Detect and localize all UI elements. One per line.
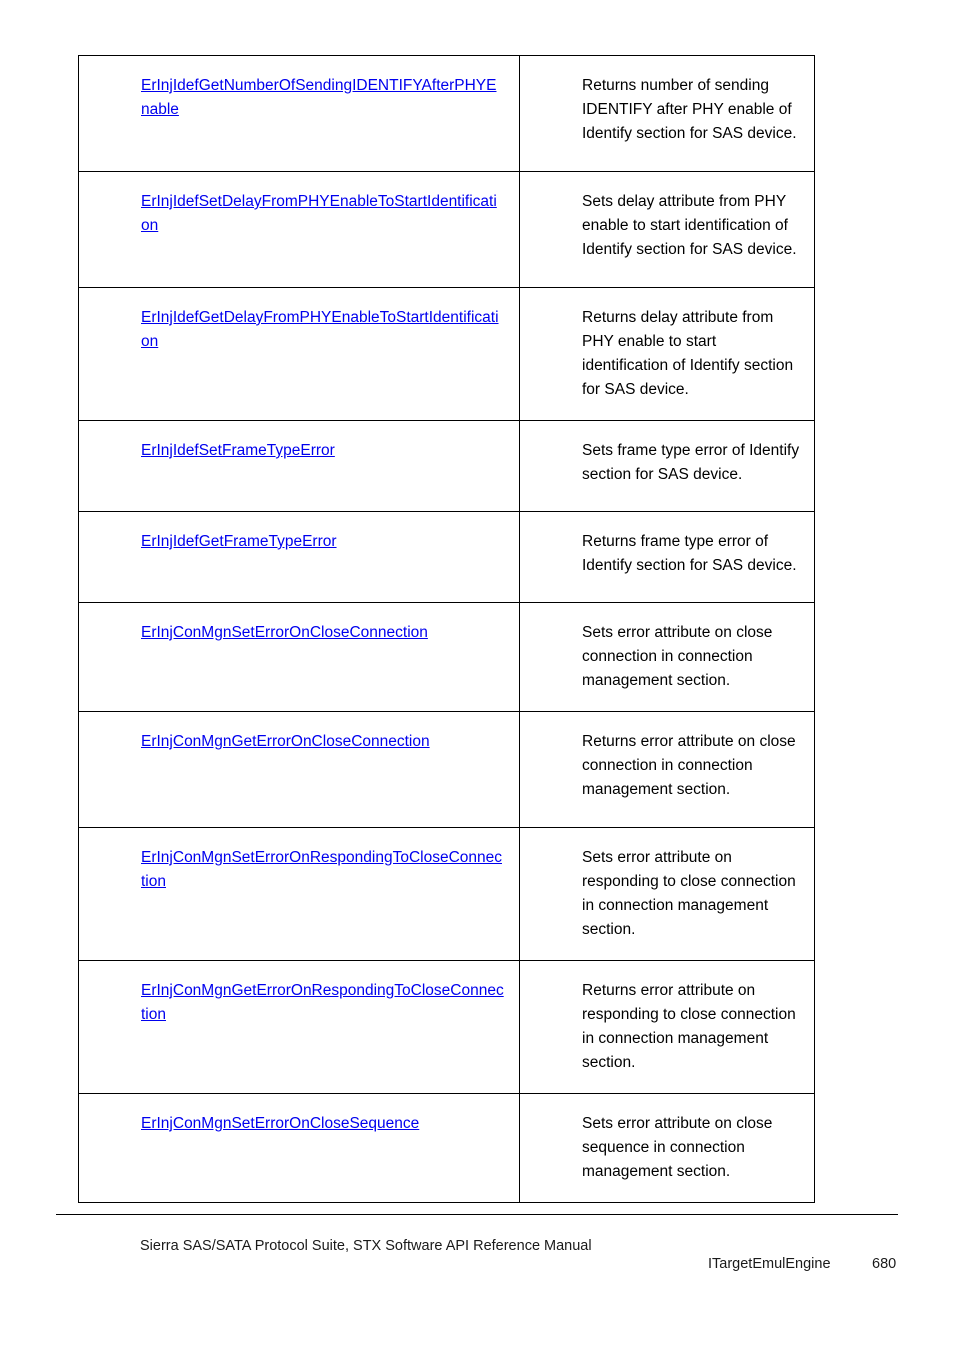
- method-description-cell-inner: Sets frame type error of Identify sectio…: [520, 421, 814, 511]
- table-row: ErInjIdefGetDelayFromPHYEnableToStartIde…: [78, 287, 815, 421]
- method-description-cell-inner: Returns frame type error of Identify sec…: [520, 512, 814, 602]
- table-row: ErInjConMgnSetErrorOnCloseSequence Sets …: [78, 1093, 815, 1203]
- footer-divider: [56, 1214, 898, 1215]
- table-cell-method-description: Sets error attribute on close connection…: [519, 602, 815, 712]
- table-cell-method-name: ErInjIdefSetFrameTypeError: [78, 420, 520, 512]
- method-description-cell-inner: Sets error attribute on close sequence i…: [520, 1094, 814, 1202]
- api-method-table-body: ErInjIdefGetNumberOfSendingIDENTIFYAfter…: [78, 55, 815, 1203]
- method-name-cell-inner: ErInjIdefGetDelayFromPHYEnableToStartIde…: [79, 288, 519, 401]
- api-method-description: Sets error attribute on responding to cl…: [582, 849, 796, 938]
- table-cell-method-description: Returns error attribute on close connect…: [519, 711, 815, 828]
- method-description-cell-inner: Sets delay attribute from PHY enable to …: [520, 172, 814, 287]
- method-description-cell-inner: Sets error attribute on close connection…: [520, 603, 814, 711]
- api-method-link[interactable]: ErInjIdefSetDelayFromPHYEnableToStartIde…: [141, 193, 497, 234]
- method-description-cell-inner: Returns error attribute on responding to…: [520, 961, 814, 1093]
- api-method-description: Returns error attribute on responding to…: [582, 982, 796, 1071]
- api-method-link[interactable]: ErInjConMgnSetErrorOnCloseSequence: [141, 1115, 419, 1132]
- table-cell-method-name: ErInjConMgnGetErrorOnCloseConnection: [78, 711, 520, 828]
- table-row: ErInjConMgnSetErrorOnRespondingToCloseCo…: [78, 827, 815, 961]
- api-method-description: Returns frame type error of Identify sec…: [582, 533, 797, 574]
- method-name-cell-inner: ErInjConMgnSetErrorOnCloseSequence: [79, 1094, 519, 1187]
- method-description-cell-inner: Returns error attribute on close connect…: [520, 712, 814, 827]
- table-cell-method-name: ErInjConMgnGetErrorOnRespondingToCloseCo…: [78, 960, 520, 1094]
- table-cell-method-description: Sets frame type error of Identify sectio…: [519, 420, 815, 512]
- table-cell-method-name: ErInjIdefGetFrameTypeError: [78, 511, 520, 603]
- api-method-link[interactable]: ErInjConMgnGetErrorOnCloseConnection: [141, 733, 430, 750]
- api-method-link[interactable]: ErInjIdefGetDelayFromPHYEnableToStartIde…: [141, 309, 499, 350]
- api-method-link[interactable]: ErInjConMgnSetErrorOnCloseConnection: [141, 624, 428, 641]
- table-row: ErInjIdefSetFrameTypeError Sets frame ty…: [78, 420, 815, 512]
- table-row: ErInjConMgnGetErrorOnRespondingToCloseCo…: [78, 960, 815, 1094]
- api-method-description: Sets delay attribute from PHY enable to …: [582, 193, 797, 258]
- table-cell-method-description: Returns error attribute on responding to…: [519, 960, 815, 1094]
- method-name-cell-inner: ErInjIdefSetDelayFromPHYEnableToStartIde…: [79, 172, 519, 287]
- table-cell-method-description: Sets error attribute on responding to cl…: [519, 827, 815, 961]
- method-name-cell-inner: ErInjIdefSetFrameTypeError: [79, 421, 519, 511]
- api-method-description: Sets error attribute on close sequence i…: [582, 1115, 773, 1180]
- api-method-link[interactable]: ErInjIdefGetFrameTypeError: [141, 533, 337, 550]
- table-row: ErInjIdefSetDelayFromPHYEnableToStartIde…: [78, 171, 815, 288]
- method-name-cell-inner: ErInjIdefGetFrameTypeError: [79, 512, 519, 602]
- table-cell-method-description: Returns delay attribute from PHY enable …: [519, 287, 815, 421]
- table-cell-method-name: ErInjIdefGetNumberOfSendingIDENTIFYAfter…: [78, 55, 520, 172]
- api-method-link[interactable]: ErInjConMgnSetErrorOnRespondingToCloseCo…: [141, 849, 502, 890]
- table-cell-method-description: Sets delay attribute from PHY enable to …: [519, 171, 815, 288]
- method-name-cell-inner: ErInjIdefGetNumberOfSendingIDENTIFYAfter…: [79, 56, 519, 171]
- table-row: ErInjConMgnSetErrorOnCloseConnection Set…: [78, 602, 815, 712]
- table-cell-method-description: Sets error attribute on close sequence i…: [519, 1093, 815, 1203]
- method-name-cell-inner: ErInjConMgnSetErrorOnCloseConnection: [79, 603, 519, 695]
- api-method-table-container: ErInjIdefGetNumberOfSendingIDENTIFYAfter…: [78, 55, 815, 1203]
- api-method-description: Returns error attribute on close connect…: [582, 733, 796, 798]
- table-row: ErInjIdefGetNumberOfSendingIDENTIFYAfter…: [78, 55, 815, 172]
- api-method-description: Returns delay attribute from PHY enable …: [582, 309, 794, 398]
- api-method-description: Sets frame type error of Identify sectio…: [582, 442, 800, 483]
- method-name-cell-inner: ErInjConMgnGetErrorOnRespondingToCloseCo…: [79, 961, 519, 1073]
- table-cell-method-name: ErInjIdefSetDelayFromPHYEnableToStartIde…: [78, 171, 520, 288]
- api-method-description: Sets error attribute on close connection…: [582, 624, 773, 689]
- api-method-table: ErInjIdefGetNumberOfSendingIDENTIFYAfter…: [78, 55, 815, 1203]
- footer-manual-title: Sierra SAS/SATA Protocol Suite, STX Soft…: [140, 1238, 592, 1254]
- api-method-link[interactable]: ErInjConMgnGetErrorOnRespondingToCloseCo…: [141, 982, 504, 1023]
- method-name-cell-inner: ErInjConMgnGetErrorOnCloseConnection: [79, 712, 519, 827]
- method-description-cell-inner: Returns number of sending IDENTIFY after…: [520, 56, 814, 171]
- method-description-cell-inner: Sets error attribute on responding to cl…: [520, 828, 814, 960]
- method-description-cell-inner: Returns delay attribute from PHY enable …: [520, 288, 814, 420]
- table-row: ErInjIdefGetFrameTypeError Returns frame…: [78, 511, 815, 603]
- footer-section-name: ITargetEmulEngine: [708, 1256, 831, 1272]
- api-method-link[interactable]: ErInjIdefSetFrameTypeError: [141, 442, 335, 459]
- table-cell-method-description: Returns number of sending IDENTIFY after…: [519, 55, 815, 172]
- api-method-description: Returns number of sending IDENTIFY after…: [582, 77, 797, 142]
- table-cell-method-name: ErInjIdefGetDelayFromPHYEnableToStartIde…: [78, 287, 520, 421]
- footer-page-number: 680: [872, 1256, 897, 1272]
- table-cell-method-name: ErInjConMgnSetErrorOnRespondingToCloseCo…: [78, 827, 520, 961]
- table-row: ErInjConMgnGetErrorOnCloseConnection Ret…: [78, 711, 815, 828]
- table-cell-method-description: Returns frame type error of Identify sec…: [519, 511, 815, 603]
- table-cell-method-name: ErInjConMgnSetErrorOnCloseConnection: [78, 602, 520, 712]
- method-name-cell-inner: ErInjConMgnSetErrorOnRespondingToCloseCo…: [79, 828, 519, 941]
- api-method-link[interactable]: ErInjIdefGetNumberOfSendingIDENTIFYAfter…: [141, 77, 497, 118]
- table-cell-method-name: ErInjConMgnSetErrorOnCloseSequence: [78, 1093, 520, 1203]
